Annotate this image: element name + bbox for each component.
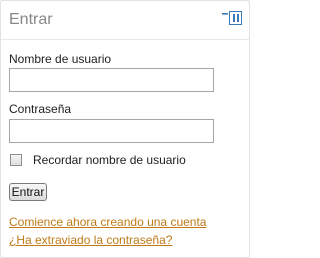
username-input[interactable] [9, 68, 214, 92]
password-input[interactable] [9, 119, 214, 143]
create-account-link[interactable]: Comience ahora creando una cuenta [9, 215, 206, 229]
login-button[interactable]: Entrar [9, 183, 47, 201]
panel-title: Entrar [9, 11, 53, 28]
forgot-password-link[interactable]: ¿Ha extraviado la contraseña? [9, 233, 172, 247]
dock-toggle-icon[interactable] [222, 11, 242, 25]
remember-username-checkbox[interactable] [10, 154, 22, 166]
password-label: Contraseña [9, 102, 72, 116]
login-panel: Entrar Nombre de usuario Contraseña Reco… [0, 0, 250, 258]
remember-username-label[interactable]: Recordar nombre de usuario [33, 153, 186, 167]
username-label: Nombre de usuario [9, 52, 112, 66]
panel-header: Entrar [1, 1, 249, 40]
